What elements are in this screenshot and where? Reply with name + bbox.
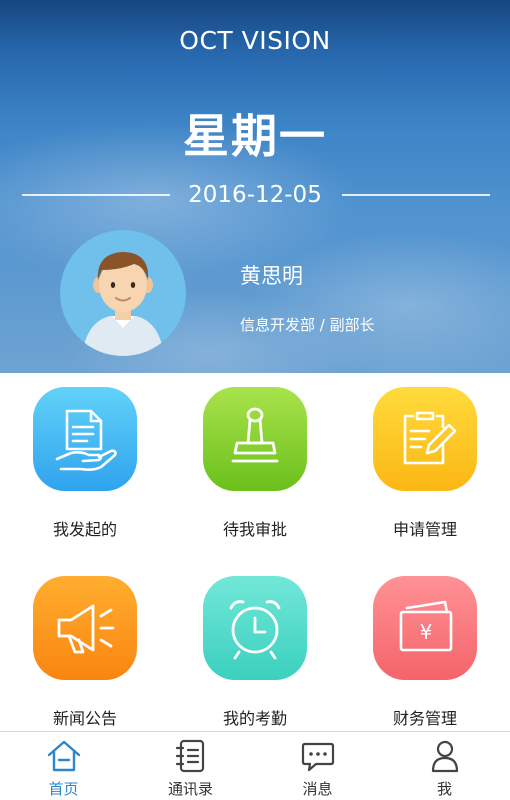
- grid-item-attendance[interactable]: 我的考勤: [170, 562, 340, 741]
- chat-bubble-icon: [300, 738, 336, 774]
- grid-item-label: 待我审批: [222, 520, 287, 539]
- megaphone-icon: [33, 576, 137, 680]
- home-icon: [46, 738, 82, 774]
- grid-item-initiated[interactable]: 我发起的: [0, 373, 170, 552]
- stamp-icon: [203, 387, 307, 491]
- date-divider-right: [342, 194, 490, 196]
- tab-messages[interactable]: 消息: [254, 732, 381, 800]
- grid-item-finance[interactable]: ¥ 财务管理: [340, 562, 510, 741]
- date-row: 2016-12-05: [0, 180, 510, 210]
- grid-item-label: 申请管理: [392, 520, 457, 539]
- user-avatar-icon[interactable]: [60, 230, 186, 356]
- bottom-navigation: 首页 通讯录 消息 我: [0, 731, 510, 800]
- tab-label: 消息: [302, 780, 333, 798]
- tab-me[interactable]: 我: [381, 732, 508, 800]
- profile-header: OCT VISION 星期一 2016-12-05 黄思明 信息开发部 / 副部…: [0, 0, 510, 373]
- tab-contacts[interactable]: 通讯录: [127, 732, 254, 800]
- grid-item-news[interactable]: 新闻公告: [0, 562, 170, 741]
- grid-item-pending-approval[interactable]: 待我审批: [170, 373, 340, 552]
- grid-item-label: 新闻公告: [52, 709, 117, 728]
- tab-home[interactable]: 首页: [0, 732, 127, 800]
- grid-item-label: 我的考勤: [222, 709, 287, 728]
- contacts-book-icon: [173, 738, 209, 774]
- form-edit-icon: [373, 387, 477, 491]
- document-hand-icon: [33, 387, 137, 491]
- wallet-yen-icon: ¥: [373, 576, 477, 680]
- tab-label: 我: [436, 780, 452, 798]
- yen-symbol: ¥: [420, 620, 433, 644]
- user-department: 信息开发部 / 副部长: [240, 316, 375, 334]
- grid-item-label: 财务管理: [392, 709, 457, 728]
- tab-label: 通讯录: [167, 780, 213, 798]
- weekday-label: 星期一: [183, 109, 327, 163]
- function-grid: 我发起的 待我审批 申请管理 新闻公告 我的考勤 ¥ 财务管理: [0, 373, 510, 731]
- app-title: OCT VISION: [179, 26, 331, 55]
- user-name: 黄思明: [240, 264, 303, 288]
- alarm-clock-icon: [203, 576, 307, 680]
- grid-item-label: 我发起的: [52, 520, 117, 539]
- tab-label: 首页: [48, 780, 79, 798]
- person-icon: [427, 738, 463, 774]
- grid-item-application-management[interactable]: 申请管理: [340, 373, 510, 552]
